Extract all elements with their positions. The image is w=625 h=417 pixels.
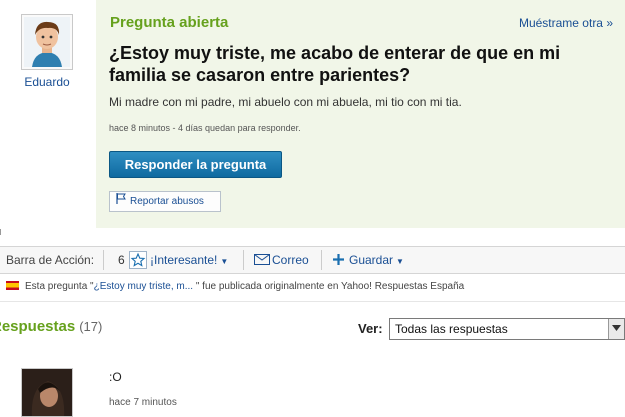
- divider: [0, 301, 625, 302]
- chevron-down-icon: ▼: [220, 257, 229, 266]
- separator: [103, 250, 104, 270]
- save-button[interactable]: Guardar ▼: [332, 247, 404, 273]
- asker-name[interactable]: Eduardo: [21, 75, 73, 89]
- separator: [321, 250, 322, 270]
- answers-filter-select[interactable]: Todas las respuestas: [389, 318, 625, 340]
- origin-notice: Esta pregunta "¿Estoy muy triste, m... "…: [6, 281, 464, 292]
- origin-prefix: Esta pregunta ": [25, 281, 94, 292]
- interesting-label: ¡Interesante!: [150, 253, 218, 267]
- question-body: Mi madre con mi padre, mi abuelo con mi …: [109, 95, 462, 109]
- answers-count: (17): [79, 319, 103, 334]
- show-another-link[interactable]: Muéstrame otra »: [519, 16, 613, 30]
- question-title: ¿Estoy muy triste, me acabo de enterar d…: [109, 43, 561, 85]
- answers-heading: Respuestas(17): [0, 318, 102, 335]
- report-abuse-button[interactable]: Reportar abusos: [109, 191, 221, 212]
- spain-flag-icon: [6, 281, 19, 290]
- report-abuse-label: Reportar abusos: [130, 196, 204, 208]
- question-status: Pregunta abierta: [110, 14, 229, 31]
- star-icon[interactable]: [129, 251, 147, 269]
- email-label: Correo: [272, 253, 309, 267]
- envelope-icon: [254, 254, 270, 265]
- flag-icon: [116, 192, 127, 211]
- plus-icon: [333, 254, 344, 265]
- interesting-button[interactable]: ¡Interesante! ▼: [150, 247, 228, 273]
- answer-question-button[interactable]: Responder la pregunta: [109, 151, 282, 178]
- chevron-down-icon: ▼: [396, 257, 404, 266]
- answerer-avatar[interactable]: [21, 368, 73, 417]
- question-meta: hace 8 minutos - 4 días quedan para resp…: [109, 123, 301, 133]
- action-bar-label: Barra de Acción:: [6, 253, 95, 267]
- answers-title: Respuestas: [0, 318, 76, 335]
- filter-label: Ver:: [358, 321, 383, 336]
- asker-avatar[interactable]: [21, 14, 73, 70]
- asker-card: Eduardo: [21, 14, 73, 89]
- filter-selected-value: Todas las respuestas: [395, 322, 508, 336]
- origin-question-link[interactable]: ¿Estoy muy triste, m...: [94, 281, 193, 292]
- action-bar: Barra de Acción: 6 ¡Interesante! ▼ Correo…: [0, 246, 625, 274]
- origin-suffix: " fue publicada originalmente en Yahoo! …: [193, 281, 465, 292]
- separator: [243, 250, 244, 270]
- save-label: Guardar: [349, 253, 394, 267]
- answer-meta: hace 7 minutos: [109, 397, 177, 408]
- email-button[interactable]: Correo: [254, 247, 309, 273]
- interesting-count: 6: [118, 253, 125, 267]
- divider: [0, 229, 1, 235]
- answer-text: :O: [109, 370, 122, 384]
- chevron-down-icon[interactable]: [608, 319, 624, 339]
